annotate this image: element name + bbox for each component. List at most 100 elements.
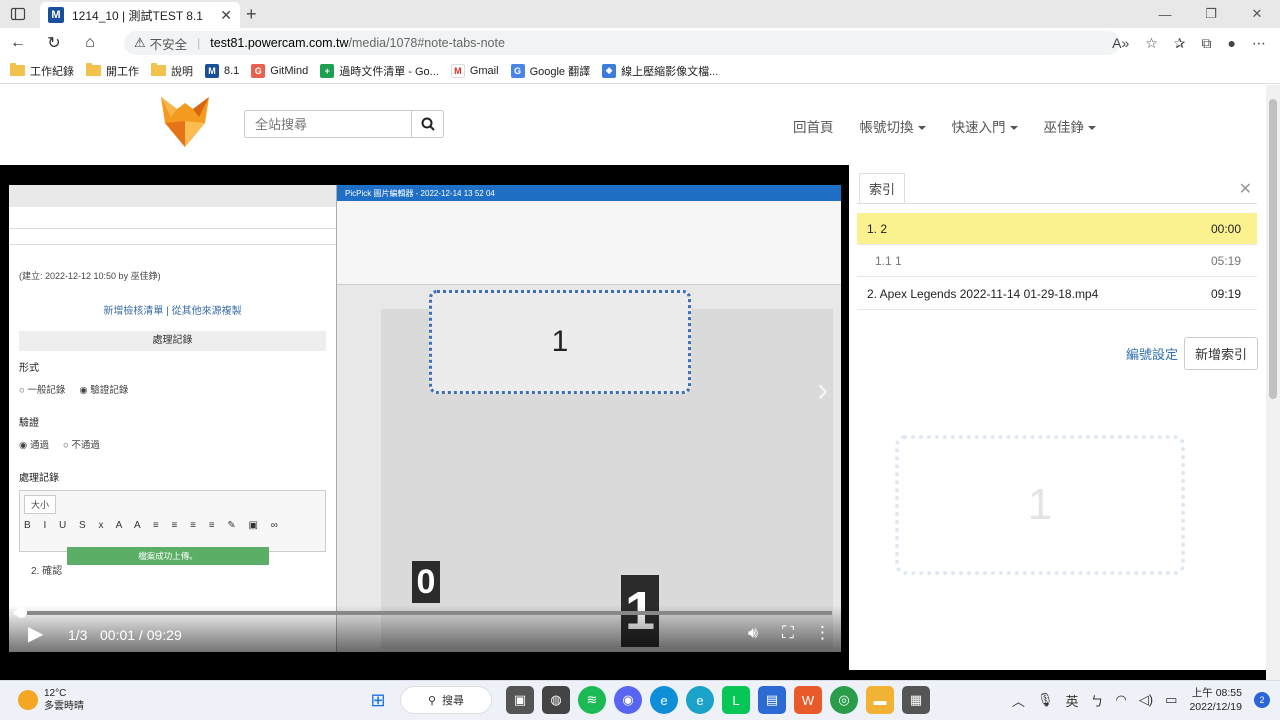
- insecure-label: 不安全: [149, 37, 188, 52]
- browser-icon[interactable]: ◎: [830, 686, 858, 714]
- taskbar-apps: ⊞ ⚲ 搜尋 ▣ ◍ ≋ ◉ e e L ▤ W ◎ ▬ ▦: [364, 686, 930, 714]
- index-panel: 索引 ✕ 1. 2 00:00 1.1 1 05:19 2. Apex Lege…: [849, 165, 1266, 670]
- new-tab-icon[interactable]: +: [246, 4, 257, 25]
- bookmark-item[interactable]: 工作紀錄: [10, 63, 74, 79]
- ime-mode-icon[interactable]: ㄅ: [1090, 691, 1103, 710]
- index-actions: 編號設定 新增索引: [1126, 337, 1258, 370]
- read-aloud-icon[interactable]: A»: [1112, 35, 1129, 51]
- speaker-icon[interactable]: ◁): [1139, 692, 1153, 708]
- badge-zero: 0: [412, 561, 440, 603]
- section-title: 處理記錄: [19, 331, 326, 351]
- scroll-thumb[interactable]: [1269, 99, 1277, 399]
- back-icon[interactable]: ←: [0, 28, 36, 58]
- browser-toolbar: A» ☆ ✰ ⧉ ● ⋯: [1112, 31, 1266, 55]
- m-icon: M: [205, 63, 219, 78]
- search-button[interactable]: [411, 111, 443, 137]
- top-nav: 回首頁 帳號切換 快速入門 巫佳錚: [793, 116, 1096, 136]
- nav-home[interactable]: 回首頁: [793, 116, 834, 136]
- more-icon[interactable]: ⋯: [1252, 35, 1266, 52]
- index-row[interactable]: 1.1 1 05:19: [857, 245, 1257, 277]
- nav-quick-start[interactable]: 快速入門: [952, 116, 1018, 136]
- bookmark-item[interactable]: ◆ 線上壓縮影像文檔...: [602, 63, 718, 79]
- tab-index[interactable]: 索引: [859, 173, 905, 203]
- bookmark-item[interactable]: M 8.1: [205, 63, 239, 78]
- taskbar-search[interactable]: ⚲ 搜尋: [400, 686, 492, 714]
- url-text: test81.powercam.com.tw/media/1078#note-t…: [210, 36, 505, 50]
- gitmind-icon: G: [251, 63, 266, 78]
- checklist-links: 新增檢核清單 | 從其他來源複製: [103, 306, 242, 317]
- numbering-settings-link[interactable]: 編號設定: [1126, 344, 1178, 363]
- home-icon[interactable]: ⌂: [72, 28, 108, 58]
- time-display: 00:01 / 09:29: [100, 627, 182, 643]
- clock[interactable]: 上午 08:55 2022/12/19: [1189, 686, 1242, 714]
- note-box: 1: [429, 290, 691, 394]
- wps-icon[interactable]: W: [794, 686, 822, 714]
- progress-knob[interactable]: [16, 607, 27, 618]
- minimize-icon[interactable]: —: [1142, 0, 1188, 28]
- notification-badge[interactable]: 2: [1254, 692, 1270, 708]
- browser-tab[interactable]: M 1214_10 | 測試TEST 8.1 ✕: [40, 2, 240, 28]
- video-frame[interactable]: (建立: 2022-12-12 10:50 by 巫佳錚) 新增檢核清單 | 從…: [9, 185, 841, 652]
- calculator-icon[interactable]: ▦: [902, 686, 930, 714]
- close-window-icon[interactable]: ✕: [1234, 0, 1280, 28]
- edge-dev-icon[interactable]: e: [686, 686, 714, 714]
- index-row[interactable]: 2. Apex Legends 2022-11-14 01-29-18.mp4 …: [857, 278, 1257, 310]
- editor-ribbon: [337, 201, 841, 285]
- discord-icon[interactable]: ◉: [614, 686, 642, 714]
- microphone-icon[interactable]: 🎙︎: [1037, 692, 1054, 708]
- bookmark-item[interactable]: G GitMind: [251, 63, 308, 78]
- folder-icon: [10, 63, 25, 76]
- window-controls: — ❐ ✕: [1142, 0, 1280, 28]
- tab-close-icon[interactable]: ✕: [220, 7, 232, 24]
- line-icon[interactable]: L: [722, 686, 750, 714]
- page-scrollbar[interactable]: [1266, 85, 1280, 680]
- bookmark-item[interactable]: M Gmail: [450, 63, 499, 78]
- video-content-browser: (建立: 2022-12-12 10:50 by 巫佳錚) 新增檢核清單 | 從…: [9, 185, 337, 652]
- search-input[interactable]: [245, 111, 411, 137]
- chevron-up-icon[interactable]: ︿: [1012, 691, 1025, 710]
- battery-icon[interactable]: ▭: [1165, 692, 1177, 708]
- start-icon[interactable]: ⊞: [364, 686, 392, 714]
- tab-actions-icon[interactable]: [10, 6, 28, 22]
- tab-title: 1214_10 | 測試TEST 8.1: [72, 8, 203, 23]
- weather-widget[interactable]: 12°C 多雲時晴: [18, 687, 84, 713]
- play-icon[interactable]: ▶: [28, 621, 43, 646]
- nav-account-switch[interactable]: 帳號切換: [860, 116, 926, 136]
- caret-down-icon: [1009, 126, 1018, 131]
- bookmark-item[interactable]: 說明: [151, 63, 193, 79]
- progress-bar[interactable]: [14, 607, 832, 618]
- panel-close-icon[interactable]: ✕: [1239, 179, 1252, 199]
- add-favorite-icon[interactable]: ☆: [1145, 35, 1158, 52]
- search-icon: ⚲: [427, 694, 437, 707]
- site-header: 回首頁 帳號切換 快速入門 巫佳錚: [0, 85, 1266, 165]
- folder-icon: [86, 63, 101, 76]
- maximize-icon[interactable]: ❐: [1188, 0, 1234, 28]
- bookmark-item[interactable]: + 過時文件清單 - Go...: [320, 63, 439, 79]
- spotify-icon[interactable]: ≋: [578, 686, 606, 714]
- collections-icon[interactable]: ⧉: [1202, 35, 1212, 52]
- wifi-icon[interactable]: ◠: [1115, 692, 1126, 708]
- task-view-icon[interactable]: ▣: [506, 686, 534, 714]
- more-options-icon[interactable]: ⋮: [814, 623, 831, 643]
- reload-icon[interactable]: ↻: [36, 28, 72, 58]
- edge-icon[interactable]: e: [650, 686, 678, 714]
- ime-indicator[interactable]: 英: [1065, 691, 1078, 710]
- file-explorer-icon[interactable]: ▬: [866, 686, 894, 714]
- picpick-title: PicPick 圖片編輯器 - 2022-12-14 13 52 04: [337, 185, 841, 201]
- nav-user[interactable]: 巫佳錚: [1044, 116, 1096, 136]
- index-row[interactable]: 1. 2 00:00: [857, 213, 1257, 245]
- folder-icon: [151, 63, 166, 76]
- app-icon[interactable]: ◍: [542, 686, 570, 714]
- url-field[interactable]: ⚠ 不安全 | test81.powercam.com.tw/media/107…: [124, 31, 1120, 55]
- add-index-button[interactable]: 新增索引: [1183, 337, 1258, 370]
- bookmark-item[interactable]: 開工作: [86, 63, 139, 79]
- favorites-icon[interactable]: ✰: [1174, 35, 1186, 52]
- volume-icon[interactable]: 🔊︎: [748, 625, 758, 643]
- profile-icon[interactable]: ●: [1228, 35, 1236, 51]
- bookmark-item[interactable]: G Google 翻譯: [510, 63, 590, 79]
- address-bar: ← ↻ ⌂ ⚠ 不安全 | test81.powercam.com.tw/med…: [0, 28, 1280, 58]
- next-arrow-icon[interactable]: ›: [817, 371, 828, 410]
- notes-icon[interactable]: ▤: [758, 686, 786, 714]
- fox-logo[interactable]: [157, 93, 213, 149]
- fullscreen-icon[interactable]: ⛶: [782, 623, 794, 643]
